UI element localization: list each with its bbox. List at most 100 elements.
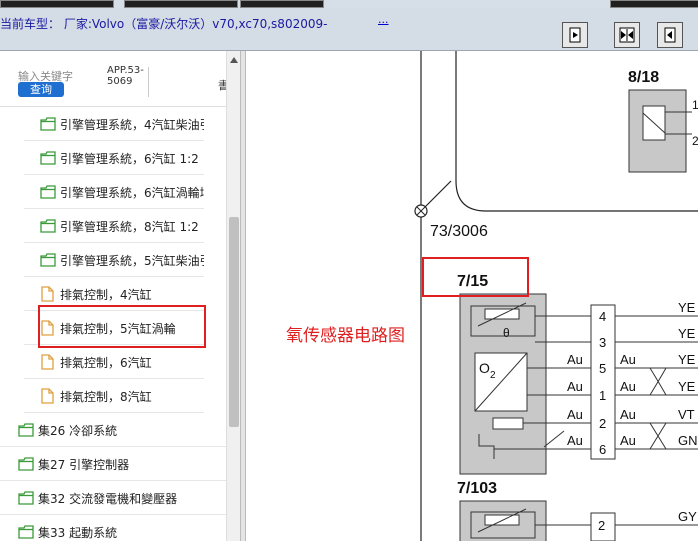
app-code: APP.53- 5069	[107, 65, 147, 87]
wire-color-label: GN	[678, 433, 698, 448]
vehicle-title: 当前车型： 厂家:Volvo（富豪/沃尔沃）v70,xc70,s802009-	[0, 17, 328, 31]
theta-symbol: θ	[503, 326, 510, 340]
folder-icon	[18, 422, 34, 441]
search-button[interactable]: 查询	[18, 82, 64, 97]
tree-item-label: 集32 交流發電機和變壓器	[38, 492, 178, 506]
wire-color-label: YE	[678, 352, 696, 367]
tree-folder-item[interactable]: 集26 冷卻系統	[0, 413, 226, 447]
label-73-3006: 73/3006	[430, 223, 488, 240]
au-label-left: Au	[567, 352, 583, 367]
connector-pin-number: 3	[599, 335, 606, 350]
folder-icon	[18, 490, 34, 509]
wire-color-label: VT	[678, 407, 695, 422]
left-scrollbar[interactable]	[226, 51, 241, 541]
connector-pin-number: 5	[599, 361, 606, 376]
label-8-18: 8/18	[628, 69, 659, 86]
wire-color-label: YE	[678, 300, 696, 315]
arrow-left-icon	[664, 27, 676, 43]
top-strip	[0, 0, 698, 8]
tree-item-label: 排氣控制，4汽缸	[60, 288, 152, 302]
connector-pin-number: 2	[599, 416, 606, 431]
folder-icon	[40, 150, 56, 169]
tree-item-label: 引擎管理系統，4汽缸柴油引	[60, 118, 204, 132]
tree-folder-item[interactable]: 引擎管理系統，6汽缸 1:2	[24, 141, 204, 175]
tree-item-label: 排氣控制，8汽缸	[60, 390, 152, 404]
truncated-text: 書	[218, 79, 226, 92]
wire-color-label: YE	[678, 326, 696, 341]
sensor-resistor	[492, 417, 524, 430]
annotation-label: 氧传感器电路图	[286, 326, 405, 346]
scroll-up-icon[interactable]	[230, 57, 238, 63]
fit-page-button[interactable]	[614, 22, 640, 48]
document-icon	[40, 388, 54, 408]
twisted-pair-icon-2	[649, 422, 667, 450]
folder-icon	[18, 524, 34, 541]
tree-document-item[interactable]: 排氣控制，8汽缸	[24, 379, 204, 413]
o2-subscript: 2	[490, 370, 496, 381]
au-label-right: Au	[620, 379, 636, 394]
top-tab-2[interactable]	[124, 0, 238, 8]
fit-page-icon	[619, 27, 635, 43]
folder-icon	[40, 184, 56, 203]
connector-7-15	[590, 304, 616, 460]
au-label-left: Au	[567, 407, 583, 422]
tree-item-label: 集33 起動系統	[38, 526, 118, 540]
highlight-7-15	[422, 257, 529, 297]
connector-pin-number: 4	[599, 309, 606, 324]
tree-folder-item[interactable]: 集32 交流發電機和變壓器	[0, 481, 226, 515]
tree-item-label: 集27 引擎控制器	[38, 458, 130, 472]
tree-document-item[interactable]: 排氣控制，6汽缸	[24, 345, 204, 379]
folder-icon	[40, 252, 56, 271]
folder-icon	[18, 456, 34, 475]
left-panel: 输入关键字 查询 APP.53- 5069 書 引擎管理系統，4汽缸柴油引 引擎管…	[0, 51, 226, 541]
prev-page-button[interactable]	[657, 22, 683, 48]
tree-folder-item[interactable]: 引擎管理系統，4汽缸柴油引	[24, 107, 204, 141]
app-code-line2: 5069	[107, 76, 133, 87]
au-label-right: Au	[620, 433, 636, 448]
folder-icon	[40, 218, 56, 237]
au-label-left: Au	[567, 379, 583, 394]
header-bar: 当前车型： 厂家:Volvo（富豪/沃尔沃）v70,xc70,s802009- …	[0, 8, 698, 51]
au-label-right: Au	[620, 352, 636, 367]
tree-item-label: 引擎管理系統，6汽缸渦輪增	[60, 186, 204, 200]
pin-7-103: 2	[598, 518, 605, 533]
highlight-selected-item	[38, 305, 206, 348]
au-label-right: Au	[620, 407, 636, 422]
top-tab-3[interactable]	[240, 0, 324, 8]
tree-folder-item[interactable]: 引擎管理系統，5汽缸柴油引	[24, 243, 204, 277]
tree-item-label: 引擎管理系統，5汽缸柴油引	[60, 254, 204, 268]
scroll-thumb[interactable]	[229, 217, 239, 427]
wire-color-7-103: GY	[678, 509, 697, 524]
search-separator	[148, 67, 149, 97]
twisted-pair-icon-1	[649, 367, 667, 396]
single-page-icon	[569, 27, 581, 43]
tree-item-label: 排氣控制，6汽缸	[60, 356, 152, 370]
au-label-left: Au	[567, 433, 583, 448]
tree-folder-item[interactable]: 集33 起動系統	[0, 515, 226, 541]
tree-folder-item[interactable]: 集27 引擎控制器	[0, 447, 226, 481]
document-icon	[40, 354, 54, 374]
app-code-line1: APP.53-	[107, 65, 144, 76]
tree-folder-item[interactable]: 引擎管理系統，6汽缸渦輪增	[24, 175, 204, 209]
single-page-button[interactable]	[562, 22, 588, 48]
vehicle-more-link[interactable]: ...	[378, 13, 389, 26]
wire-color-labels: YE YE YE YE VT GN	[678, 300, 698, 448]
tree-folder-item[interactable]: 引擎管理系統，8汽缸 1:2	[24, 209, 204, 243]
o2-label: O	[479, 360, 490, 376]
shield-slash	[543, 430, 565, 448]
connector-pin-number: 6	[599, 442, 606, 457]
tree-item-label: 集26 冷卻系統	[38, 424, 118, 438]
document-icon	[40, 286, 54, 306]
label-7-103: 7/103	[457, 480, 497, 497]
wire-color-label: YE	[678, 379, 696, 394]
top-tab-1[interactable]	[0, 0, 114, 8]
tree-item-label: 引擎管理系統，8汽缸 1:2	[60, 220, 199, 234]
folder-icon	[40, 116, 56, 135]
top-tab-4[interactable]	[610, 0, 698, 8]
relay-pin-1: 1	[692, 98, 698, 112]
wiring-diagram: 8/18 1 2 73/3006 7/15 θ O 2 4 3 5 1 2 6 …	[246, 51, 698, 541]
tree-item-label: 引擎管理系統，6汽缸 1:2	[60, 152, 199, 166]
relay-pin-2: 2	[692, 134, 698, 148]
connector-pin-number: 1	[599, 388, 606, 403]
au-labels-left: Au Au Au Au	[567, 352, 583, 448]
